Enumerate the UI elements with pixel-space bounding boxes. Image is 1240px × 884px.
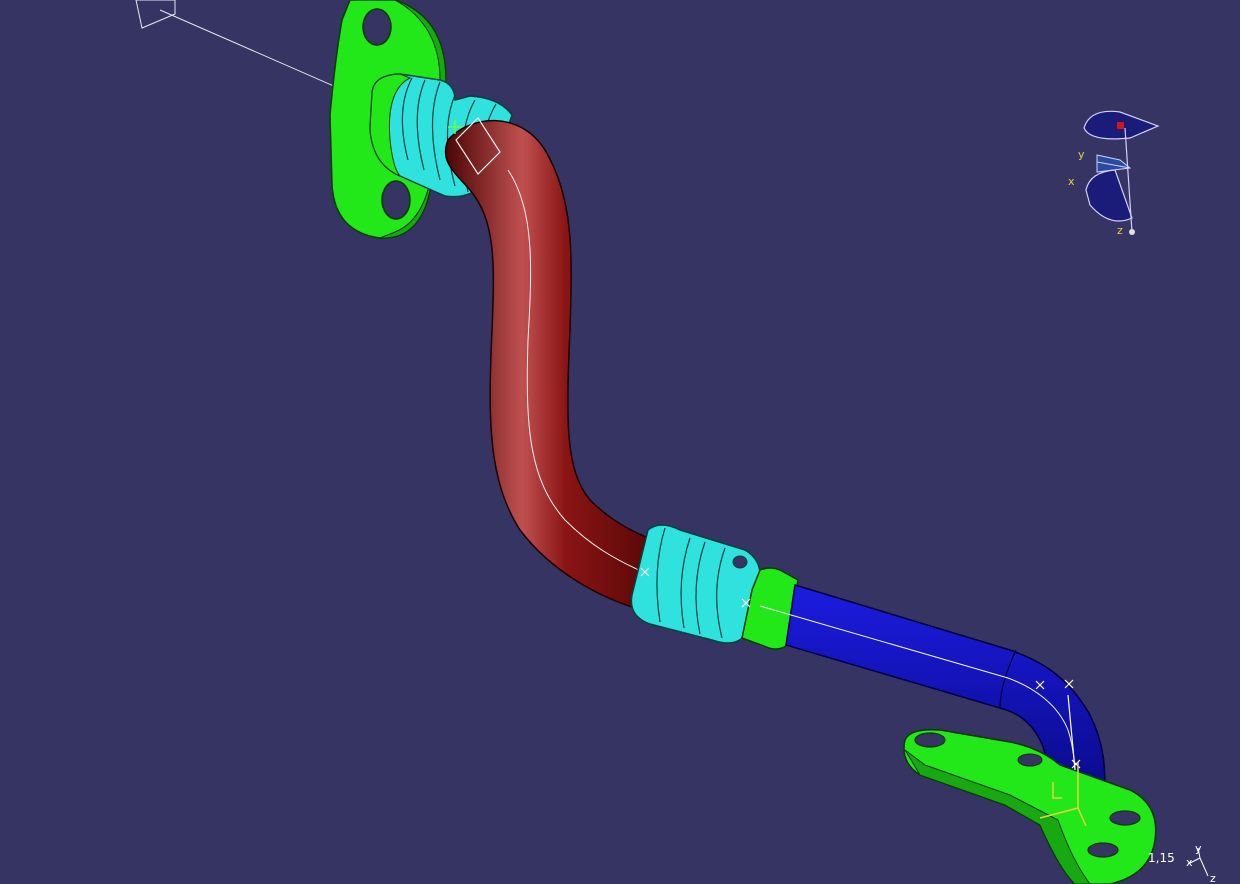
bolt-hole <box>914 732 946 748</box>
bolt-hole <box>1109 810 1141 826</box>
3d-scene[interactable]: y x z 1,15 y x z <box>0 0 1240 884</box>
middle-fitting[interactable] <box>630 524 761 644</box>
compass-x-label: x <box>1068 175 1075 188</box>
lower-flange[interactable] <box>903 728 1157 884</box>
compass-icon[interactable]: y x z <box>1068 110 1160 237</box>
compass-base[interactable] <box>1129 229 1135 235</box>
bolt-hole <box>362 8 392 46</box>
compass-y-label: y <box>1078 148 1085 161</box>
mini-axis-x-label: x <box>1186 856 1193 869</box>
bolt-hole <box>1017 753 1043 767</box>
port-hole <box>732 555 748 569</box>
3d-viewport[interactable]: y x z 1,15 y x z <box>0 0 1240 884</box>
zoom-readout: 1,15 <box>1148 851 1175 865</box>
compass-z-label: z <box>1117 224 1123 237</box>
upper-tube[interactable] <box>444 119 666 613</box>
bolt-hole <box>1087 842 1119 858</box>
compass-handle[interactable] <box>1117 122 1124 129</box>
mini-axis-y-label: y <box>1195 842 1202 855</box>
mini-axis-z-label: z <box>1210 872 1216 884</box>
bolt-hole <box>381 180 411 220</box>
